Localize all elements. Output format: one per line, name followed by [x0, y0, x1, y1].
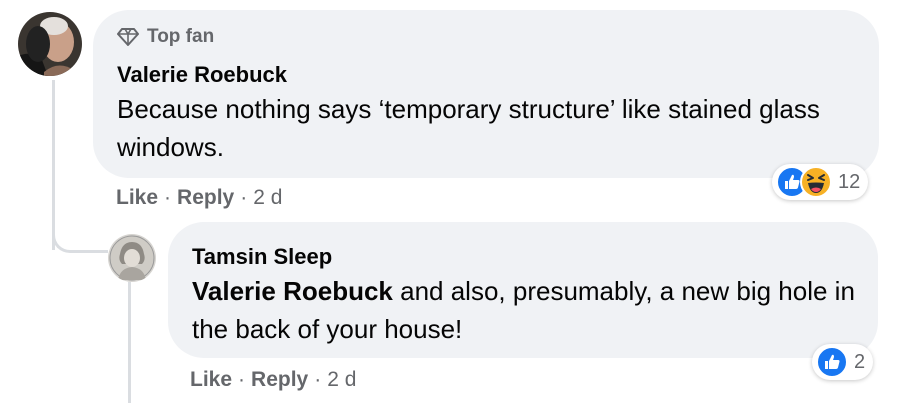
- reaction-count: 12: [838, 170, 861, 193]
- diamond-icon: [117, 28, 139, 46]
- comment-text: Valerie Roebuck and also, presumably, a …: [192, 272, 862, 348]
- reply-connector-curve: [52, 225, 108, 253]
- comment-author[interactable]: Tamsin Sleep: [192, 244, 332, 270]
- timestamp[interactable]: 2 d: [327, 368, 356, 392]
- avatar[interactable]: [18, 12, 82, 76]
- reply-bubble: Tamsin Sleep Valerie Roebuck and also, p…: [168, 222, 878, 358]
- comment-actions: Like · Reply · 2 d: [190, 368, 356, 392]
- reaction-summary[interactable]: 2: [812, 344, 874, 380]
- comment-thread: Top fan Valerie Roebuck Because nothing …: [0, 0, 900, 403]
- top-fan-badge: Top fan: [117, 26, 214, 48]
- like-button[interactable]: Like: [116, 186, 158, 210]
- reaction-count: 2: [854, 350, 866, 373]
- reaction-summary[interactable]: 12: [772, 164, 869, 200]
- comment-actions: Like · Reply · 2 d: [116, 186, 282, 210]
- separator: ·: [240, 186, 248, 209]
- like-icon: [816, 346, 848, 378]
- avatar[interactable]: [108, 234, 156, 282]
- timestamp[interactable]: 2 d: [253, 186, 282, 210]
- reply-thread-line: [128, 282, 131, 403]
- comment-bubble: Top fan Valerie Roebuck Because nothing …: [93, 10, 879, 178]
- separator: ·: [314, 368, 322, 391]
- comment-text: Because nothing says ‘temporary structur…: [117, 94, 820, 162]
- like-button[interactable]: Like: [190, 368, 232, 392]
- separator: ·: [238, 368, 246, 391]
- mention-link[interactable]: Valerie Roebuck: [192, 276, 393, 306]
- reply-button[interactable]: Reply: [177, 186, 234, 210]
- haha-icon: [800, 166, 832, 198]
- separator: ·: [164, 186, 172, 209]
- badge-label: Top fan: [147, 26, 215, 47]
- reply-button[interactable]: Reply: [251, 368, 308, 392]
- comment-author[interactable]: Valerie Roebuck: [117, 62, 287, 88]
